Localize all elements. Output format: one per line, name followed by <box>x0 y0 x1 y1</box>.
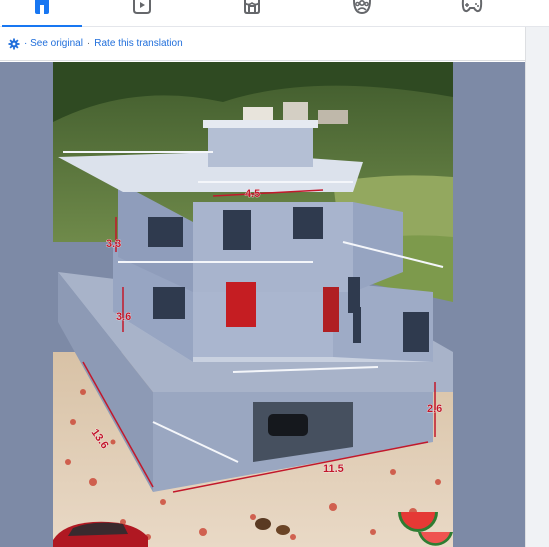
nav-marketplace-tab[interactable] <box>222 0 282 27</box>
nav-video-tab[interactable] <box>112 0 172 27</box>
nav-groups-tab[interactable] <box>332 0 392 27</box>
groups-icon <box>353 0 371 14</box>
dimension-label-ground-height: 2.6 <box>427 403 442 415</box>
video-icon <box>133 0 151 14</box>
nav-gaming-tab[interactable] <box>442 0 502 27</box>
dimension-label-floor2-height: 3.6 <box>116 311 131 323</box>
nav-home-tab[interactable] <box>2 0 82 28</box>
dimension-label-roof-width: 4.5 <box>245 188 260 200</box>
rate-translation-link[interactable]: Rate this translation <box>94 38 182 49</box>
marketplace-icon <box>244 0 260 14</box>
right-sidebar-edge <box>525 27 549 547</box>
home-icon <box>35 0 49 14</box>
gaming-icon <box>461 0 483 13</box>
see-original-link[interactable]: · See original <box>24 38 83 49</box>
house-photo[interactable]: 4.5 3.3 3.6 13.6 11.5 2.6 <box>53 62 453 547</box>
dimension-label-front-width: 11.5 <box>323 463 344 475</box>
translation-bar: · See original · Rate this translation <box>0 27 525 61</box>
top-navigation-bar <box>0 0 549 28</box>
facebook-post-view: · See original · Rate this translation 4… <box>0 0 549 547</box>
dimension-label-floor3-height: 3.3 <box>106 238 121 250</box>
separator-dot: · <box>86 38 91 49</box>
gear-icon <box>8 38 20 49</box>
post-media-area: 4.5 3.3 3.6 13.6 11.5 2.6 <box>0 62 525 547</box>
